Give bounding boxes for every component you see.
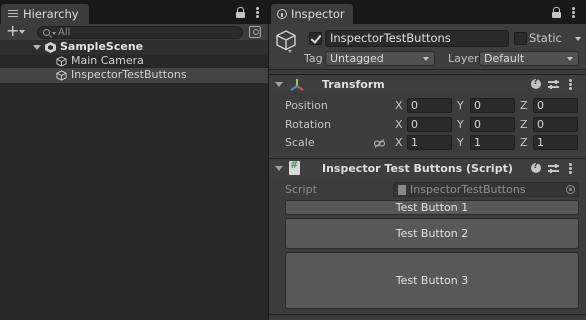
rotation-z-field[interactable]: 0 bbox=[533, 117, 578, 132]
more-options-icon[interactable] bbox=[256, 7, 259, 18]
gameobject-cube-icon bbox=[56, 70, 67, 81]
test-button-3[interactable]: Test Button 3 bbox=[285, 252, 579, 309]
inspector-bottom-edge bbox=[269, 314, 586, 320]
active-toggle[interactable] bbox=[309, 32, 322, 45]
chevron-down-icon bbox=[567, 57, 573, 61]
scene-row[interactable]: SampleScene bbox=[0, 40, 268, 55]
gameobject-cube-icon[interactable] bbox=[275, 29, 297, 53]
axis-x-label[interactable]: X bbox=[395, 99, 403, 112]
help-icon[interactable] bbox=[531, 77, 541, 89]
more-options-icon[interactable] bbox=[572, 7, 575, 18]
test-button-1[interactable]: Test Button 1 bbox=[285, 200, 579, 215]
hierarchy-tab-bar: Hierarchy bbox=[0, 0, 268, 24]
search-placeholder: All bbox=[58, 27, 71, 38]
scale-label: Scale bbox=[285, 136, 315, 149]
help-icon[interactable] bbox=[531, 161, 541, 173]
inspector-panel: Inspector InspectorTestButtons Static Ta… bbox=[269, 0, 586, 320]
tag-dropdown[interactable]: Untagged bbox=[325, 51, 435, 66]
position-x-field[interactable]: 0 bbox=[407, 98, 452, 113]
object-name-field[interactable]: InspectorTestButtons bbox=[325, 30, 509, 47]
scale-z-field[interactable]: 1 bbox=[533, 135, 578, 150]
hierarchy-item-main-camera[interactable]: Main Camera bbox=[0, 54, 268, 69]
hierarchy-search-input[interactable]: All bbox=[37, 26, 243, 39]
layer-value: Default bbox=[484, 52, 525, 65]
presets-icon[interactable] bbox=[548, 163, 559, 174]
object-picker-icon bbox=[566, 185, 575, 194]
script-object-field: InspectorTestButtons bbox=[393, 182, 579, 197]
hierarchy-panel: Hierarchy + All SampleScene Main Camera … bbox=[0, 0, 268, 320]
position-label: Position bbox=[285, 99, 328, 112]
icon-picker-caret-icon[interactable] bbox=[288, 50, 292, 53]
rotation-y-field[interactable]: 0 bbox=[470, 117, 515, 132]
foldout-expanded-icon[interactable] bbox=[275, 166, 283, 171]
chevron-down-icon bbox=[423, 57, 429, 61]
scale-x-field[interactable]: 1 bbox=[407, 135, 452, 150]
unity-scene-icon bbox=[45, 42, 56, 53]
foldout-expanded-icon[interactable] bbox=[33, 45, 41, 50]
csharp-script-icon bbox=[289, 160, 300, 175]
inspector-tab-bar: Inspector bbox=[269, 0, 586, 24]
inspector-tab-label: Inspector bbox=[291, 7, 345, 21]
transform-axes-icon bbox=[290, 79, 304, 91]
layer-label: Layer bbox=[448, 52, 479, 65]
lock-icon[interactable] bbox=[236, 7, 245, 18]
hierarchy-item-label: InspectorTestButtons bbox=[71, 68, 187, 81]
static-toggle[interactable] bbox=[514, 32, 527, 45]
axis-x-label[interactable]: X bbox=[395, 136, 403, 149]
axis-z-label[interactable]: Z bbox=[520, 99, 528, 112]
axis-z-label[interactable]: Z bbox=[520, 136, 528, 149]
more-options-icon[interactable] bbox=[569, 79, 572, 90]
tag-value: Untagged bbox=[330, 52, 384, 65]
axis-x-label[interactable]: X bbox=[395, 118, 403, 131]
axis-z-label[interactable]: Z bbox=[520, 118, 528, 131]
hierarchy-item-label: Main Camera bbox=[71, 54, 144, 67]
hierarchy-toolbar: + All bbox=[0, 21, 268, 40]
script-component-title: Inspector Test Buttons (Script) bbox=[322, 162, 513, 175]
static-label: Static bbox=[529, 31, 562, 45]
axis-y-label[interactable]: Y bbox=[457, 118, 464, 131]
script-value: InspectorTestButtons bbox=[410, 183, 526, 196]
list-icon bbox=[8, 10, 18, 18]
rotation-label: Rotation bbox=[285, 118, 332, 131]
transform-component-header[interactable]: Transform bbox=[269, 74, 586, 94]
foldout-expanded-icon[interactable] bbox=[275, 82, 283, 87]
info-icon bbox=[277, 9, 287, 19]
layer-dropdown[interactable]: Default bbox=[479, 51, 579, 66]
tag-label: Tag bbox=[304, 52, 323, 65]
position-z-field[interactable]: 0 bbox=[533, 98, 578, 113]
plus-icon: + bbox=[6, 21, 20, 40]
static-dropdown-icon[interactable] bbox=[575, 37, 581, 41]
gameobject-cube-icon bbox=[56, 56, 67, 67]
tab-inspector[interactable]: Inspector bbox=[271, 4, 353, 24]
scene-filter-icon[interactable] bbox=[249, 26, 261, 38]
script-file-icon bbox=[398, 185, 406, 195]
hierarchy-item-inspectortestbuttons[interactable]: InspectorTestButtons bbox=[0, 68, 268, 83]
lock-icon[interactable] bbox=[552, 7, 561, 18]
rotation-x-field[interactable]: 0 bbox=[407, 117, 452, 132]
hierarchy-tab-label: Hierarchy bbox=[23, 7, 79, 21]
constrain-proportions-link-icon[interactable] bbox=[374, 139, 385, 148]
chevron-down-icon bbox=[19, 30, 25, 34]
axis-y-label[interactable]: Y bbox=[457, 99, 464, 112]
position-y-field[interactable]: 0 bbox=[470, 98, 515, 113]
search-dropdown-icon[interactable] bbox=[52, 32, 56, 35]
transform-title: Transform bbox=[322, 78, 385, 91]
script-component-header[interactable]: Inspector Test Buttons (Script) bbox=[269, 158, 586, 178]
axis-y-label[interactable]: Y bbox=[457, 136, 464, 149]
presets-icon[interactable] bbox=[548, 79, 559, 90]
gameobject-header: InspectorTestButtons Static Tag Untagged… bbox=[269, 24, 586, 70]
more-options-icon[interactable] bbox=[569, 163, 572, 174]
scene-name: SampleScene bbox=[60, 40, 144, 53]
create-dropdown-button[interactable]: + bbox=[4, 21, 30, 40]
script-label: Script bbox=[285, 183, 317, 196]
test-button-2[interactable]: Test Button 2 bbox=[285, 218, 579, 249]
search-icon bbox=[43, 29, 50, 36]
scale-y-field[interactable]: 1 bbox=[470, 135, 515, 150]
